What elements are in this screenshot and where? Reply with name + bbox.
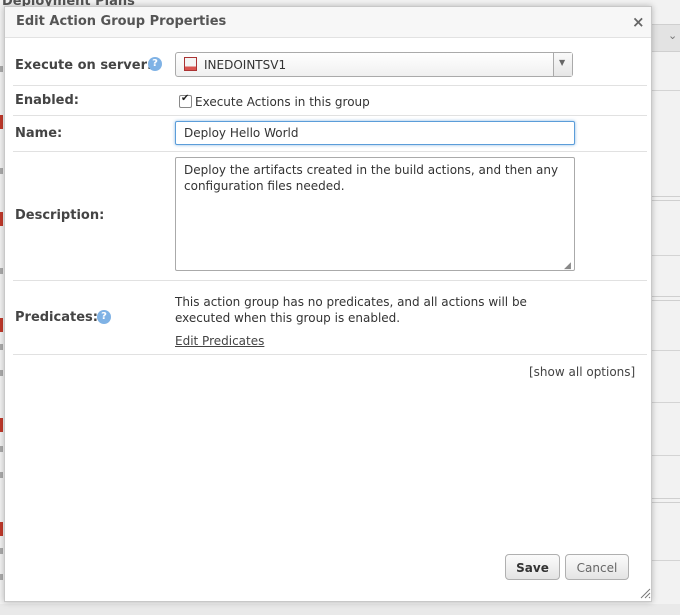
background-row-marker [0, 370, 3, 376]
description-label: Description: [15, 208, 105, 223]
background-row-marker [0, 268, 3, 274]
row-divider [13, 280, 647, 281]
server-select-value: INEDOINTSV1 [204, 58, 287, 72]
background-row-marker [0, 344, 3, 350]
close-icon[interactable]: × [632, 13, 645, 31]
background-divider [652, 455, 680, 456]
dialog-header: Edit Action Group Properties × [5, 7, 651, 38]
edit-predicates-link[interactable]: Edit Predicates [175, 334, 264, 348]
background-row-marker [0, 574, 3, 580]
background-row-marker [0, 472, 3, 478]
edit-action-group-dialog: Edit Action Group Properties × Execute o… [4, 6, 652, 602]
server-label: Execute on server: [15, 58, 153, 73]
row-divider [13, 151, 647, 152]
background-status-marker [0, 115, 3, 129]
background-divider [652, 560, 680, 561]
background-divider [652, 90, 680, 91]
predicates-label: Predicates: [15, 310, 98, 325]
background-row-marker [0, 446, 3, 452]
background-row-marker [0, 66, 3, 72]
name-label: Name: [15, 126, 63, 141]
cancel-button[interactable]: Cancel [565, 554, 629, 580]
enabled-label: Enabled: [15, 93, 79, 108]
background-status-marker [0, 212, 3, 226]
background-status-marker [0, 418, 3, 432]
background-row-marker [0, 168, 3, 174]
checkmark-icon: ✔ [181, 93, 190, 104]
background-divider [652, 402, 680, 403]
background-divider [652, 350, 680, 351]
background-divider [652, 196, 680, 201]
row-divider [13, 115, 647, 116]
row-divider [13, 85, 647, 86]
background-status-marker [0, 522, 3, 536]
background-divider [652, 296, 680, 301]
predicates-help-icon[interactable]: ? [97, 310, 111, 324]
background-divider [652, 255, 680, 256]
background-divider [652, 498, 680, 503]
server-icon [184, 57, 197, 71]
server-help-icon[interactable]: ? [148, 57, 162, 71]
server-select-dropdown-button[interactable]: ▼ [553, 53, 572, 76]
description-textarea[interactable]: Deploy the artifacts created in the buil… [175, 157, 575, 271]
dialog-title: Edit Action Group Properties [16, 14, 227, 29]
enabled-checkbox-label[interactable]: Execute Actions in this group [195, 95, 370, 109]
enabled-checkbox[interactable]: ✔ [179, 93, 192, 108]
dropdown-arrow-icon: ▼ [559, 58, 566, 67]
textarea-resize-icon[interactable]: ◢ [564, 261, 571, 271]
name-input[interactable] [175, 121, 575, 145]
chevron-down-icon: ⌄ [668, 29, 678, 42]
background-status-marker [0, 318, 3, 332]
server-select[interactable]: INEDOINTSV1 ▼ [175, 52, 573, 77]
row-divider [13, 354, 647, 355]
dialog-resize-grip-icon[interactable] [639, 587, 651, 599]
background-footer [0, 604, 680, 615]
predicates-description: This action group has no predicates, and… [175, 295, 527, 325]
show-all-options-link[interactable]: [show all options] [529, 365, 635, 379]
background-row-marker [0, 548, 3, 554]
save-button[interactable]: Save [505, 554, 560, 580]
